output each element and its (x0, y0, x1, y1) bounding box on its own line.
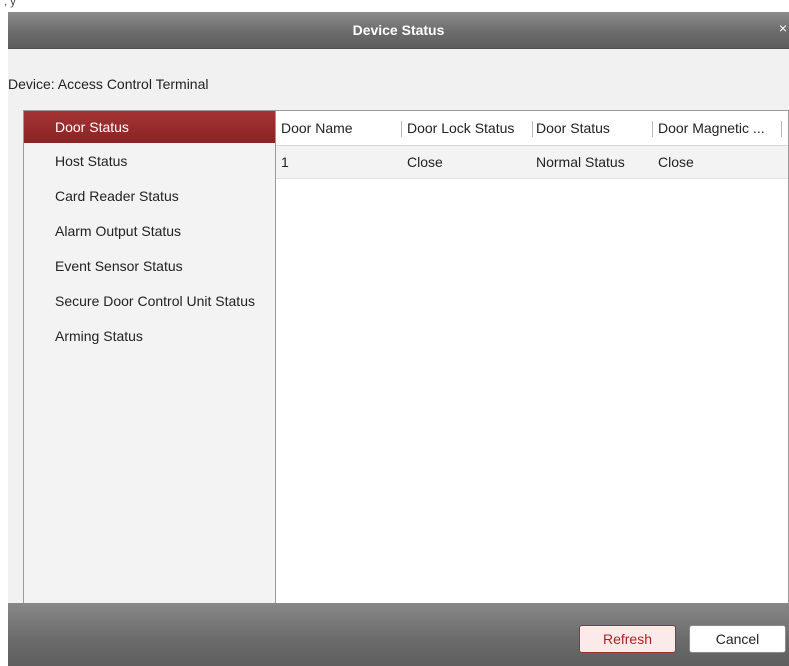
sidebar-item-host-status[interactable]: Host Status (24, 145, 275, 177)
column-header-door-name[interactable]: Door Name (281, 111, 394, 145)
column-header-door-lock-status[interactable]: Door Lock Status (407, 111, 534, 145)
refresh-button[interactable]: Refresh (579, 625, 676, 653)
cell-door-lock-status: Close (407, 154, 443, 170)
status-category-sidebar: Door Status Host Status Card Reader Stat… (24, 111, 276, 605)
cell-door-status: Normal Status (536, 154, 625, 170)
column-divider[interactable] (781, 121, 782, 137)
sidebar-item-secure-door-control-unit-status[interactable]: Secure Door Control Unit Status (24, 285, 275, 317)
sidebar-item-arming-status[interactable]: Arming Status (24, 320, 275, 352)
column-divider[interactable] (401, 121, 402, 137)
column-divider[interactable] (652, 121, 653, 137)
cell-door-name: 1 (281, 154, 289, 170)
column-divider[interactable] (532, 121, 533, 137)
close-icon[interactable]: × (779, 21, 787, 35)
dialog-footer: Refresh Cancel (8, 603, 789, 666)
dialog-title: Device Status (352, 22, 445, 38)
sidebar-item-alarm-output-status[interactable]: Alarm Output Status (24, 215, 275, 247)
cancel-button[interactable]: Cancel (689, 625, 786, 653)
cell-door-magnetic: Close (658, 154, 694, 170)
sidebar-item-door-status[interactable]: Door Status (24, 111, 275, 143)
sidebar-item-card-reader-status[interactable]: Card Reader Status (24, 180, 275, 212)
door-status-table: Door Name Door Lock Status Door Status D… (276, 111, 788, 605)
table-row[interactable]: 1 Close Normal Status Close (276, 146, 788, 179)
column-header-door-magnetic[interactable]: Door Magnetic ... (658, 111, 779, 145)
corner-fragment-text: ', y (2, 0, 16, 8)
status-panel: Door Status Host Status Card Reader Stat… (23, 110, 789, 606)
sidebar-item-event-sensor-status[interactable]: Event Sensor Status (24, 250, 275, 282)
device-label: Device: Access Control Terminal (8, 76, 209, 92)
title-bar[interactable]: Device Status × (8, 12, 789, 49)
column-header-door-status[interactable]: Door Status (536, 111, 646, 145)
table-header: Door Name Door Lock Status Door Status D… (276, 111, 788, 146)
device-status-dialog: Device Status × Device: Access Control T… (8, 12, 789, 666)
